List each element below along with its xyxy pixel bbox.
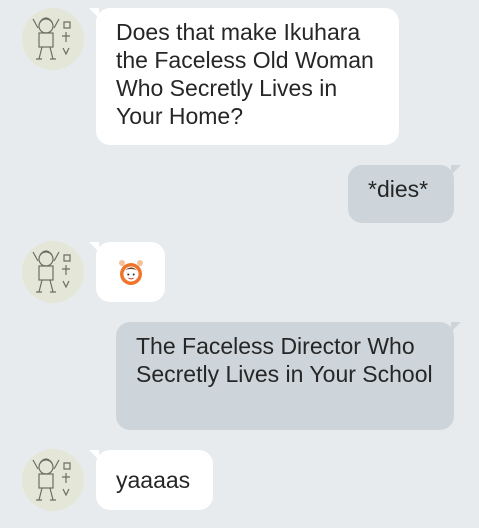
avatar-sketch-icon [22,241,84,303]
incoming-message-bubble[interactable]: yaaaas [89,450,213,510]
contact-avatar[interactable] [22,449,84,511]
contact-avatar[interactable] [22,241,84,303]
message-text: yaaaas [116,467,191,493]
message-text: *dies* [368,176,429,202]
message-text: Does that make Ikuhara the Faceless Old … [116,19,374,129]
contact-avatar[interactable] [22,8,84,70]
outgoing-message-bubble[interactable]: *dies* [348,165,461,223]
person-raising-hands-emoji-icon [118,260,143,285]
avatar-sketch-icon [22,449,84,511]
incoming-sticker-bubble[interactable] [89,242,165,302]
avatar-sketch-icon [22,8,84,70]
incoming-message-bubble[interactable]: Does that make Ikuhara the Faceless Old … [89,8,399,145]
message-text: The Faceless Director Who Secretly Lives… [136,333,433,387]
outgoing-message-bubble[interactable]: The Faceless Director Who Secretly Lives… [116,322,461,430]
